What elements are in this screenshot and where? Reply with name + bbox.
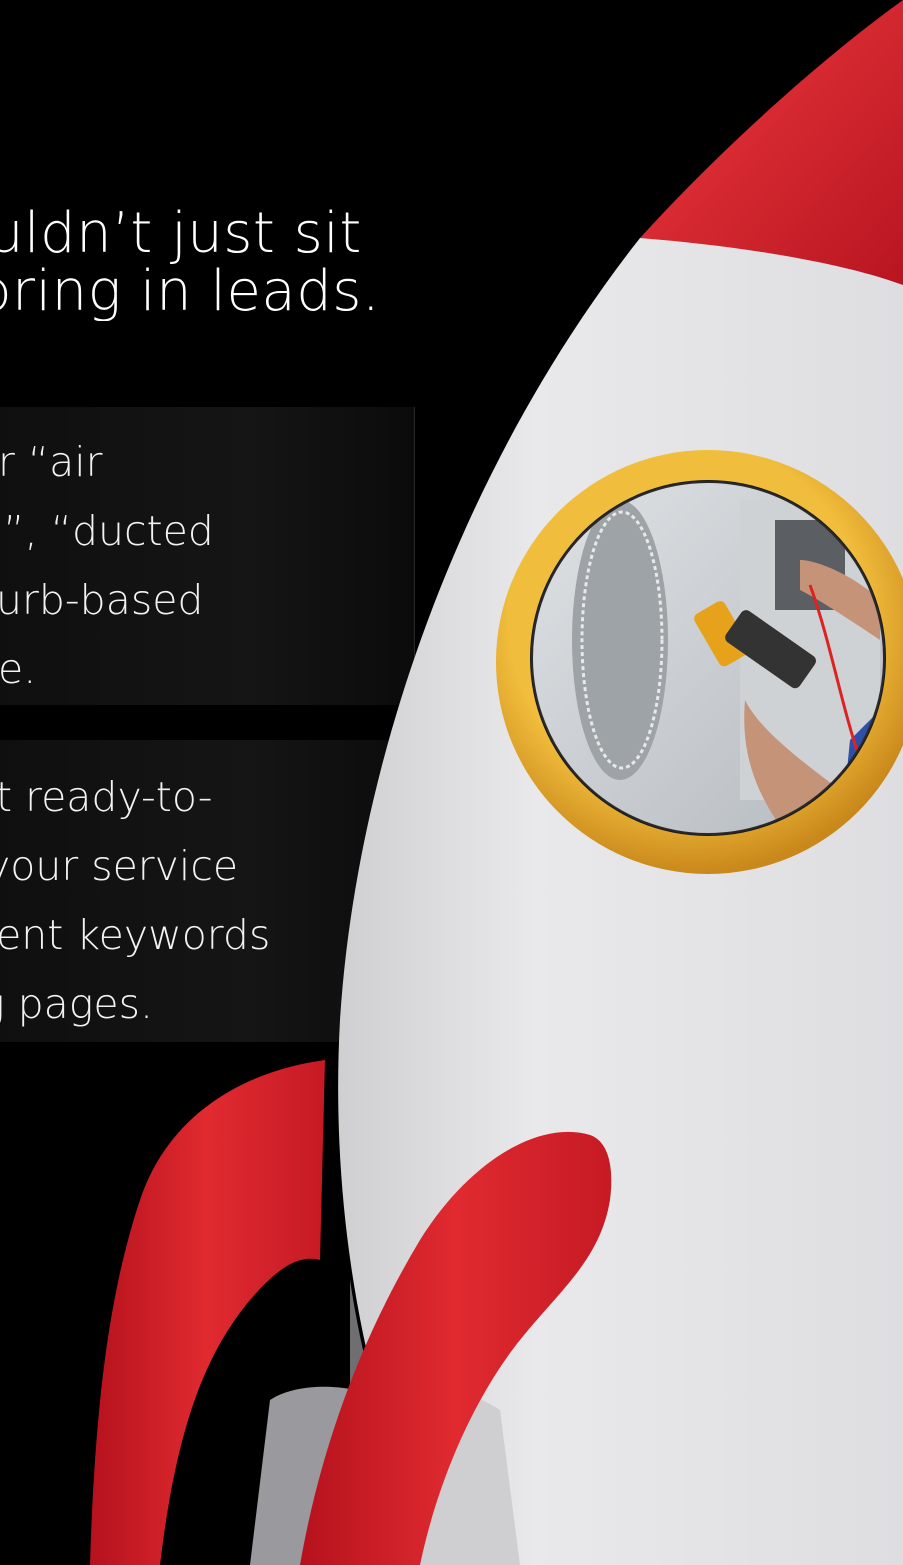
rocket-illustration <box>90 0 903 1565</box>
